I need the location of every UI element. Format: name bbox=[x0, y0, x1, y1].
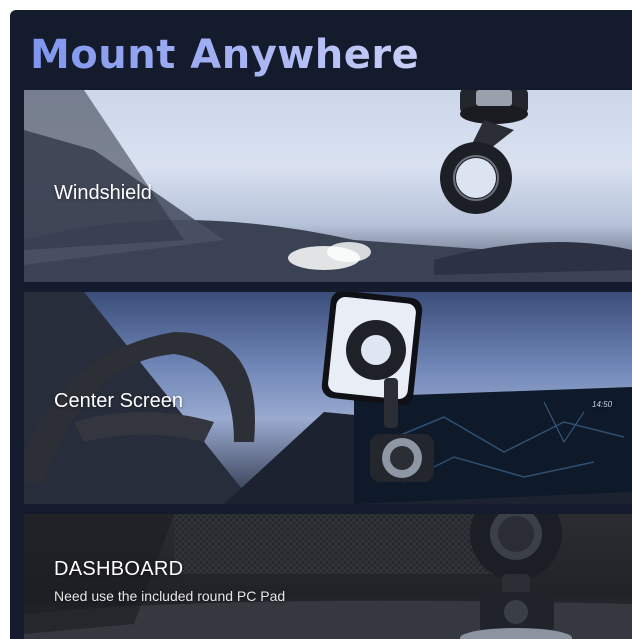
screen-clock: 14:50 bbox=[592, 400, 613, 409]
windshield-panel: Windshield bbox=[24, 90, 632, 282]
dashboard-panel: DASHBOARD Need use the included round PC… bbox=[24, 514, 632, 639]
center-screen-panel: Center Screen 14:50 bbox=[24, 292, 632, 504]
windshield-label: Windshield bbox=[54, 182, 152, 204]
center-screen-label: Center Screen bbox=[54, 390, 183, 412]
dashboard-label: DASHBOARD bbox=[54, 558, 184, 580]
page-title: Mount Anywhere bbox=[30, 32, 420, 78]
promo-banner: Mount Anywhere Windshield Center Screen … bbox=[10, 10, 632, 639]
dashboard-note: Need use the included round PC Pad bbox=[54, 588, 286, 604]
